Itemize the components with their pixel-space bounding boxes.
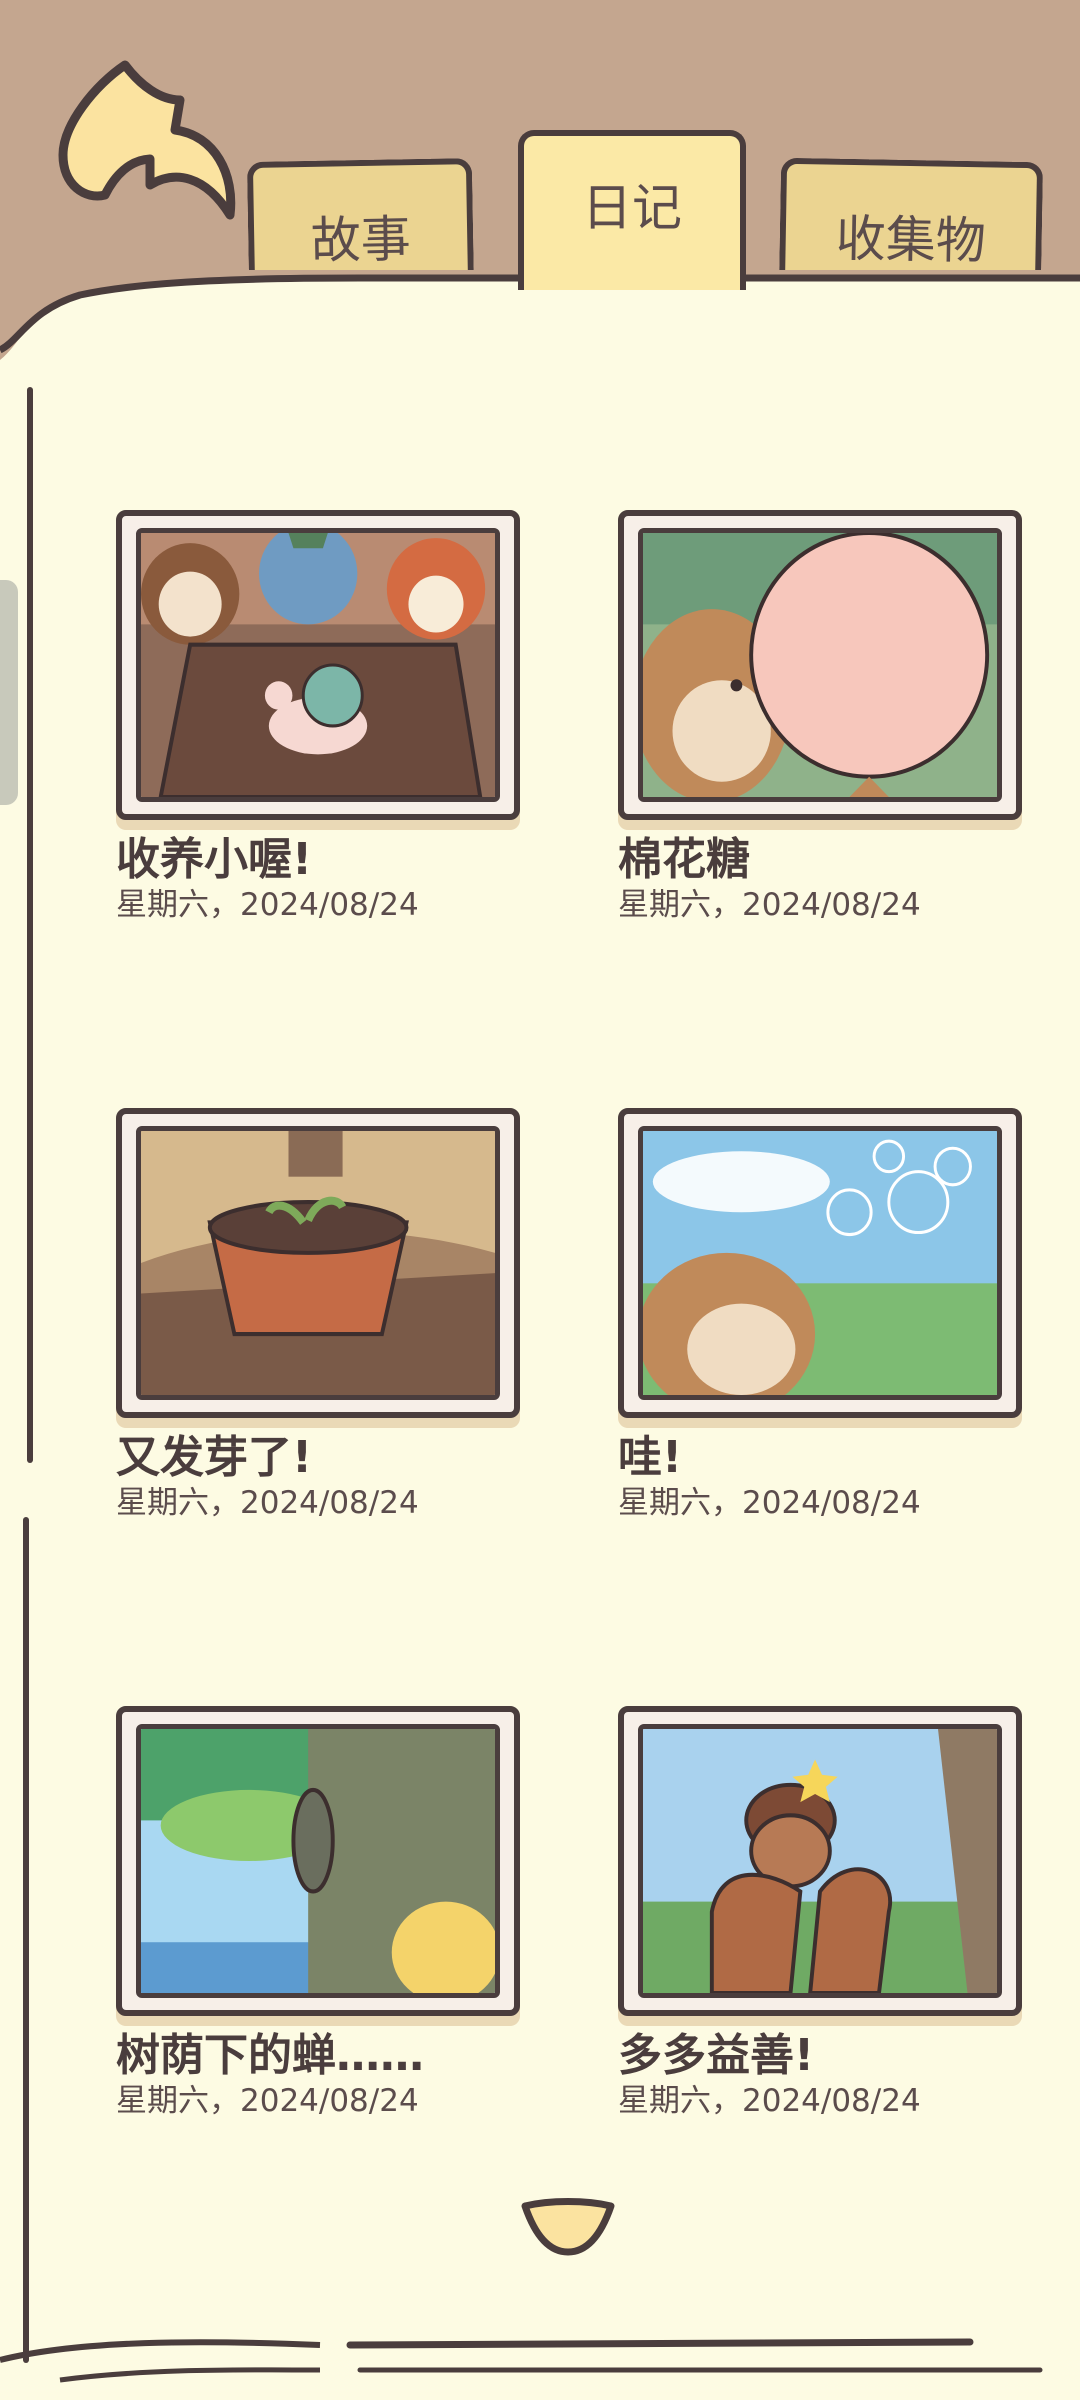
entry-title: 棉花糖	[618, 834, 750, 885]
entry-date: 星期六，2024/08/24	[116, 1485, 419, 1521]
entry-title: 收养小喔!	[116, 834, 313, 885]
entry-date: 星期六，2024/08/24	[618, 2083, 921, 2119]
diary-entry-card[interactable]: 树荫下的蝉…… 星期六，2024/08/24	[116, 1706, 526, 2120]
diary-entry-card[interactable]: 多多益善! 星期六，2024/08/24	[618, 1706, 1028, 2120]
entry-photo	[618, 510, 1022, 820]
diary-entry-card[interactable]: 棉花糖 星期六，2024/08/24	[618, 510, 1028, 924]
entry-date: 星期六，2024/08/24	[116, 2083, 419, 2119]
scrollbar[interactable]	[0, 580, 18, 805]
diary-entry-card[interactable]: 哇! 星期六，2024/08/24	[618, 1108, 1028, 1522]
chipmunk-bubblegum-image	[643, 533, 997, 797]
animals-snail-image	[141, 533, 495, 797]
entry-title: 多多益善!	[618, 2030, 815, 2081]
diary-entry-card[interactable]: 收养小喔! 星期六，2024/08/24	[116, 510, 526, 924]
tab-diary[interactable]: 日记	[518, 130, 746, 290]
entry-title: 又发芽了!	[116, 1432, 313, 1483]
tab-diary-label: 日记	[582, 179, 682, 237]
acorn-paws-image	[643, 1729, 997, 1993]
entry-photo	[116, 1108, 520, 1418]
entry-photo	[618, 1706, 1022, 2016]
diary-entry-card[interactable]: 又发芽了! 星期六，2024/08/24	[116, 1108, 526, 1522]
back-arrow-icon[interactable]	[55, 55, 245, 235]
tab-collectibles-label: 收集物	[835, 209, 987, 271]
sprout-pot-image	[141, 1131, 495, 1395]
tab-story-label: 故事	[310, 210, 412, 270]
entry-date: 星期六，2024/08/24	[116, 887, 419, 923]
entry-title: 树荫下的蝉……	[116, 2030, 424, 2081]
cicada-tree-image	[141, 1729, 495, 1993]
entry-photo	[618, 1108, 1022, 1418]
entry-photo	[116, 510, 520, 820]
chipmunk-bubbles-image	[643, 1131, 997, 1395]
entry-date: 星期六，2024/08/24	[618, 887, 921, 923]
entry-title: 哇!	[618, 1432, 683, 1483]
entry-photo	[116, 1706, 520, 2016]
chevron-down-icon[interactable]	[520, 2198, 616, 2256]
entry-date: 星期六，2024/08/24	[618, 1485, 921, 1521]
